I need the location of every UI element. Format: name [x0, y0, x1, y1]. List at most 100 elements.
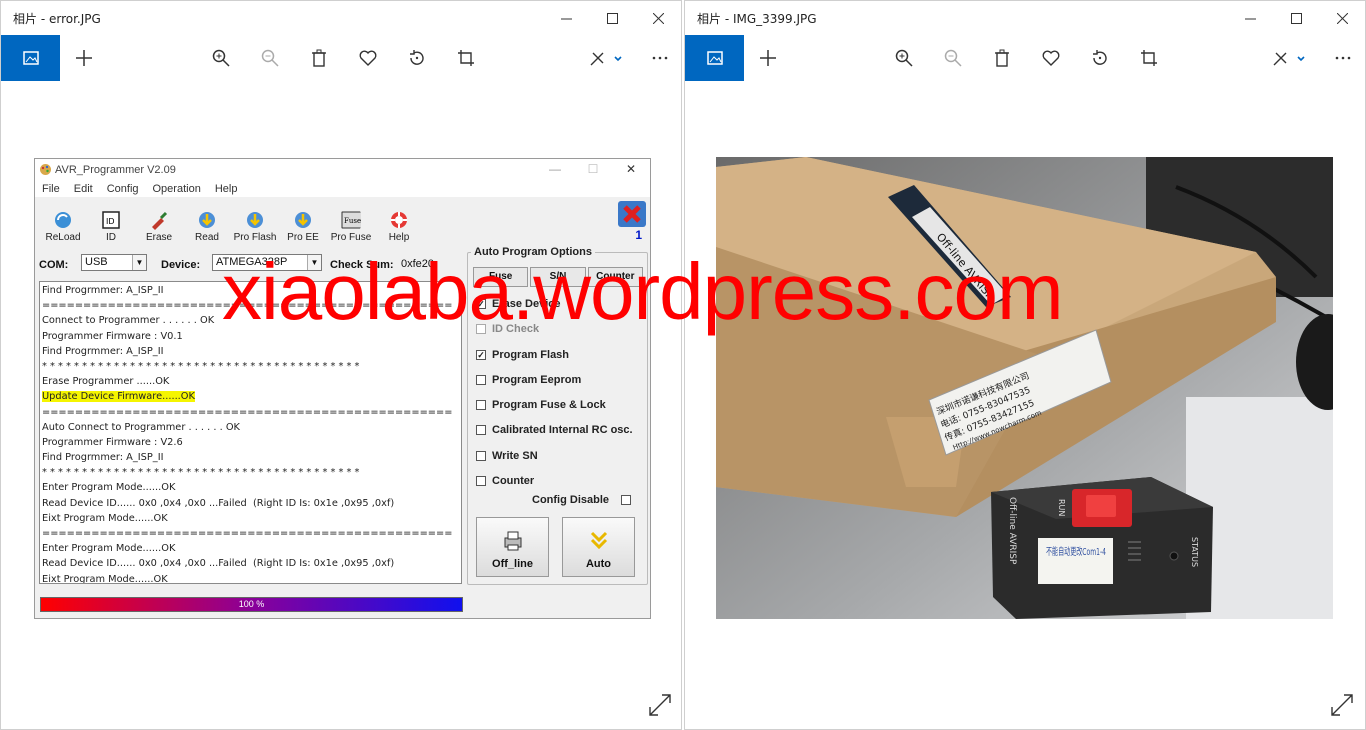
log-line: * * * * * * * * * * * * * * * * * * * * … [42, 467, 360, 479]
maximize-button[interactable] [589, 1, 635, 35]
photo-icon[interactable] [1, 35, 60, 81]
more-icon[interactable] [1331, 46, 1355, 70]
avr-toolbar: ReLoad ID ID Erase Read Pro Flash Pro EE … [39, 199, 646, 243]
com-select[interactable]: USB ▼ [81, 254, 147, 271]
zoom-out-icon[interactable] [258, 46, 282, 70]
rotate-icon[interactable] [1088, 46, 1112, 70]
device-run-label: RUN [1057, 499, 1066, 516]
menu-edit[interactable]: Edit [74, 181, 93, 197]
add-icon[interactable] [72, 46, 96, 70]
error-badge[interactable]: 1 [618, 201, 646, 242]
edit-icon[interactable] [1270, 46, 1310, 70]
option-config-disable[interactable]: Config Disable [532, 493, 632, 507]
option-counter[interactable]: Counter [476, 474, 534, 488]
avr-title-bar: AVR_Programmer V2.09 — ☐ ✕ [35, 159, 650, 181]
crop-icon[interactable] [1137, 46, 1161, 70]
edit-icon[interactable] [587, 46, 627, 70]
avr-minimize-button[interactable]: — [536, 159, 574, 181]
svg-text:Fuse: Fuse [344, 217, 361, 225]
minimize-button[interactable] [1227, 1, 1273, 35]
read-button[interactable]: Read [183, 199, 231, 243]
title-bar: 相片 - error.JPG [1, 1, 681, 35]
reload-button[interactable]: ReLoad [39, 199, 87, 243]
heart-icon[interactable] [356, 46, 380, 70]
checkbox[interactable] [476, 375, 486, 385]
menu-help[interactable]: Help [215, 181, 238, 197]
photos-toolbar [1, 35, 681, 81]
progress-text: 100 % [238, 599, 265, 609]
option-program-fuse-lock[interactable]: Program Fuse & Lock [476, 398, 606, 412]
close-button[interactable] [1319, 1, 1365, 35]
read-icon [199, 212, 215, 228]
zoom-out-icon[interactable] [941, 46, 965, 70]
log-line: Programmer Firmware : V2.6 [42, 436, 183, 448]
log-line: Auto Connect to Programmer . . . . . . O… [42, 421, 240, 433]
avr-maximize-button[interactable]: ☐ [574, 159, 612, 181]
log-line: ========================================… [42, 406, 453, 418]
option-program-flash[interactable]: ✓ Program Flash [476, 348, 569, 362]
chip-id-icon: ID [102, 211, 120, 229]
com-label: COM: [39, 259, 69, 271]
heart-icon[interactable] [1039, 46, 1063, 70]
menu-operation[interactable]: Operation [153, 181, 201, 197]
offline-button[interactable]: Off_line [476, 517, 549, 577]
erase-button[interactable]: Erase [135, 199, 183, 243]
photo-icon[interactable] [685, 35, 744, 81]
auto-button[interactable]: Auto [562, 517, 635, 577]
fuse-icon: Fuse [341, 211, 361, 229]
lifebuoy-icon [391, 212, 407, 228]
menu-config[interactable]: Config [107, 181, 139, 197]
log-line: * * * * * * * * * * * * * * * * * * * * … [42, 360, 360, 372]
device-photo-illustration: Off-line AVRISP 深圳市诺谦科技有限公司 电话: 0755-830… [716, 157, 1333, 619]
printer-icon [504, 531, 521, 551]
checkbox[interactable] [476, 476, 486, 486]
checkbox[interactable] [476, 425, 486, 435]
delete-icon[interactable] [990, 46, 1014, 70]
maximize-button[interactable] [1273, 1, 1319, 35]
device-main-label: Off-line AVRISP [1007, 497, 1017, 565]
checkbox[interactable] [621, 495, 632, 505]
crop-icon[interactable] [454, 46, 478, 70]
log-line: Enter Program Mode......OK [42, 482, 176, 494]
log-line: Read Device ID...... 0x0 ,0x4 ,0x0 ...Fa… [42, 497, 395, 509]
pro-flash-button[interactable]: Pro Flash [231, 199, 279, 243]
delete-icon[interactable] [307, 46, 331, 70]
pro-ee-button[interactable]: Pro EE [279, 199, 327, 243]
photos-toolbar [685, 35, 1365, 81]
rotate-icon[interactable] [405, 46, 429, 70]
error-count: 1 [635, 228, 642, 242]
erase-brush-icon [152, 211, 168, 230]
option-calibrated-rc[interactable]: Calibrated Internal RC osc. [476, 423, 633, 437]
option-program-eeprom[interactable]: Program Eeprom [476, 373, 581, 387]
log-line: Read Device ID...... 0x0 ,0x4 ,0x0 ...Fa… [42, 558, 395, 570]
fullscreen-icon[interactable] [1331, 694, 1353, 716]
log-line: Eixt Program Mode......OK [42, 512, 168, 524]
add-icon[interactable] [756, 46, 780, 70]
window-title: 相片 - IMG_3399.JPG [697, 12, 817, 26]
avr-programmer-screenshot: AVR_Programmer V2.09 — ☐ ✕ File Edit Con… [34, 158, 651, 619]
error-x-icon [618, 201, 646, 227]
sticker-text: 不能自动更改Com1-4 [1046, 545, 1106, 558]
more-icon[interactable] [648, 46, 672, 70]
log-line: ========================================… [42, 528, 453, 539]
id-button[interactable]: ID ID [87, 199, 135, 243]
pro-ee-icon [295, 212, 311, 228]
photo-image: Off-line AVRISP 深圳市诺谦科技有限公司 电话: 0755-830… [716, 157, 1333, 619]
help-button[interactable]: Help [375, 199, 423, 243]
avr-close-button[interactable]: ✕ [612, 159, 650, 181]
menu-file[interactable]: File [42, 181, 60, 197]
pro-flash-icon [247, 212, 263, 228]
checkbox-checked[interactable]: ✓ [476, 350, 486, 360]
checkbox[interactable] [476, 451, 486, 461]
zoom-in-icon[interactable] [892, 46, 916, 70]
minimize-button[interactable] [543, 1, 589, 35]
chevron-down-icon: ▼ [132, 255, 146, 270]
checkbox[interactable] [476, 400, 486, 410]
zoom-in-icon[interactable] [209, 46, 233, 70]
option-write-sn[interactable]: Write SN [476, 449, 538, 463]
down-arrow-icon [590, 531, 607, 550]
fullscreen-icon[interactable] [649, 694, 671, 716]
device-label: Device: [161, 259, 201, 271]
pro-fuse-button[interactable]: Fuse Pro Fuse [327, 199, 375, 243]
close-button[interactable] [635, 1, 681, 35]
